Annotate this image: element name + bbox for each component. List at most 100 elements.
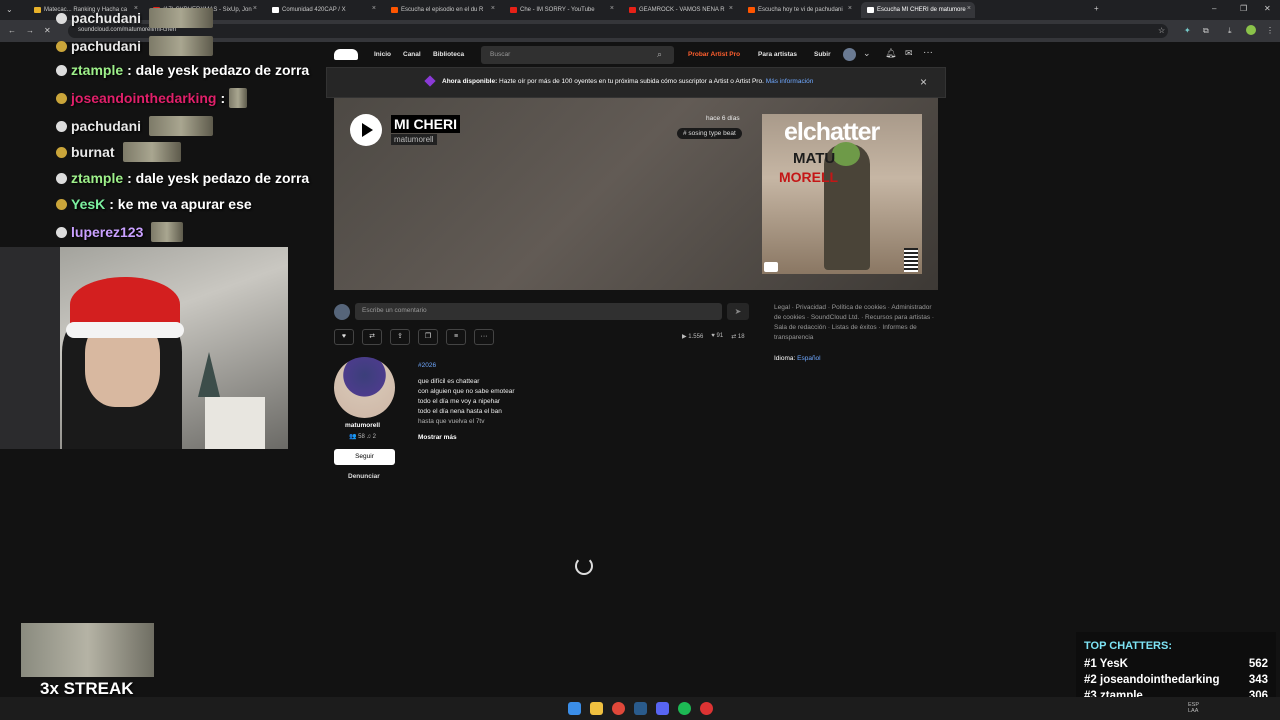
language-selector[interactable]: Idioma: Español	[774, 355, 821, 362]
report-link[interactable]: Denunciar	[348, 473, 380, 480]
loading-spinner-icon	[575, 557, 593, 575]
chat-badge-icon	[56, 12, 67, 24]
mail-icon[interactable]: ✉	[905, 48, 913, 59]
browser-tab[interactable]: Escucha el episodio en el du R ×	[385, 2, 499, 18]
bell-icon[interactable]: 🔔︎	[885, 48, 896, 59]
chat-badge-icon	[56, 40, 67, 52]
tab-close-icon[interactable]: ×	[967, 5, 971, 12]
like-count: ♥ 91	[711, 333, 724, 339]
legal-links[interactable]: Legal · Privacidad · Política de cookies…	[774, 303, 938, 343]
share-button[interactable]: ⇪	[390, 329, 410, 345]
artist-avatar[interactable]	[334, 357, 395, 418]
banner-close-button[interactable]: ×	[920, 75, 927, 89]
browser-tab[interactable]: GEAMROCK - VAMOS NENA R ×	[623, 2, 737, 18]
tab-label: Escucha hoy te vi de pachudani	[758, 7, 843, 13]
tab-close-icon[interactable]: ×	[253, 5, 257, 12]
obs-icon[interactable]	[700, 702, 713, 715]
artist-name[interactable]: matumorell	[345, 422, 380, 429]
new-tab-button[interactable]: +	[1094, 4, 1099, 13]
more-icon[interactable]: ···	[923, 47, 933, 58]
tab-close-icon[interactable]: ×	[372, 5, 376, 12]
nav-library[interactable]: Biblioteca	[433, 51, 464, 58]
play-button[interactable]	[350, 114, 382, 146]
show-more-link[interactable]: Mostrar más	[418, 434, 457, 441]
nav-feed[interactable]: Canal	[403, 51, 421, 58]
tab-label: Che - IM SORRY - YouTube	[520, 7, 595, 13]
browser-menu-icon[interactable]: ⋮	[1266, 26, 1274, 35]
chat-message: pachudani	[56, 36, 214, 56]
close-window-icon[interactable]: ✕	[1264, 4, 1271, 13]
tab-close-icon[interactable]: ×	[491, 5, 495, 12]
stop-loading-icon[interactable]: ✕	[44, 26, 51, 35]
start-icon[interactable]	[568, 702, 581, 715]
upload-link[interactable]: Subir	[814, 51, 831, 58]
copy-link-button[interactable]: ❐	[418, 329, 438, 345]
for-artists-link[interactable]: Para artistas	[758, 51, 797, 58]
discord-icon[interactable]	[656, 702, 669, 715]
search-placeholder: Buscar	[490, 51, 511, 58]
chat-badge-icon	[56, 92, 67, 104]
christmas-tree	[198, 352, 220, 397]
search-icon[interactable]: ⌕	[657, 49, 662, 60]
tab-close-icon[interactable]: ×	[729, 5, 733, 12]
chat-badge-icon	[56, 146, 67, 158]
browser-tab[interactable]: Escucha hoy te vi de pachudani ×	[742, 2, 856, 18]
chat-message: ztample: dale yesk pedazo de zorra	[56, 62, 309, 78]
browser-tab[interactable]: Escucha MI CHERI de matumore ×	[861, 2, 975, 18]
system-tray[interactable]: ESP LAA	[1188, 702, 1199, 714]
track-description: que difícil es chattear con alguien que …	[418, 378, 515, 425]
comment-placeholder: Escribe un comentario	[362, 307, 427, 314]
steam-icon[interactable]	[634, 702, 647, 715]
top-chatter-count: 343	[1248, 674, 1268, 686]
download-icon[interactable]: ⤓	[1228, 26, 1232, 36]
screen: { "browser": { "tabs": [ {"label": "Mate…	[0, 0, 1280, 720]
top-chatter-name: joseandointhedarking	[1100, 674, 1220, 686]
description-hashtag[interactable]: #2026	[418, 362, 436, 369]
repost-button[interactable]: ⇄	[362, 329, 382, 345]
try-artist-pro-link[interactable]: Probar Artist Pro	[688, 51, 740, 58]
tab-close-icon[interactable]: ×	[610, 5, 614, 12]
browser-tab[interactable]: Comunidad 420CAP / X ×	[266, 2, 380, 18]
barcode	[904, 248, 918, 272]
webcam-feed	[0, 247, 288, 449]
address-bar[interactable]	[68, 24, 1168, 38]
nav-home[interactable]: Inicio	[374, 51, 391, 58]
tab-close-icon[interactable]: ×	[848, 5, 852, 12]
browser-tab[interactable]: Che - IM SORRY - YouTube ×	[504, 2, 618, 18]
banner-text: Ahora disponible: Hazte oír por más de 1…	[442, 78, 814, 85]
soundcloud-logo-icon[interactable]	[334, 49, 358, 60]
chevron-down-icon[interactable]: ⌄	[863, 48, 871, 59]
forward-icon[interactable]: →	[26, 26, 34, 35]
chat-emote	[122, 142, 181, 162]
tab-search-icon[interactable]: ⌄	[6, 5, 13, 14]
chrome-icon[interactable]	[612, 702, 625, 715]
chat-username: ztample	[71, 170, 124, 186]
banner-more-info-link[interactable]: Más información	[766, 78, 814, 85]
bookmark-star-icon[interactable]: ☆	[1158, 26, 1165, 35]
user-avatar[interactable]	[843, 48, 856, 61]
genre-tag[interactable]: # sosing type beat	[677, 128, 742, 139]
minimize-icon[interactable]: –	[1212, 4, 1216, 13]
tab-favicon-icon	[867, 7, 874, 13]
back-icon[interactable]: ←	[8, 26, 16, 35]
file-explorer-icon[interactable]	[590, 702, 603, 715]
extensions-puzzle-icon[interactable]: ⧉	[1203, 26, 1209, 36]
repost-count: ⇄ 18	[731, 334, 745, 340]
add-to-playlist-button[interactable]: ≡	[446, 329, 466, 345]
restore-icon[interactable]: ❐	[1240, 4, 1247, 13]
send-comment-button[interactable]: ➤	[727, 303, 749, 320]
more-actions-button[interactable]: ···	[474, 329, 494, 345]
like-button[interactable]: ♥	[334, 329, 354, 345]
follow-button[interactable]: Seguir	[334, 449, 395, 465]
extension-icon[interactable]: ✦	[1184, 26, 1191, 35]
track-artist-link[interactable]: matumorell	[391, 134, 437, 145]
profile-avatar[interactable]	[1246, 25, 1256, 35]
spotify-icon[interactable]	[678, 702, 691, 715]
chat-badge-icon	[56, 198, 67, 210]
artist-stats: 👥 58 ♫ 2	[349, 434, 376, 440]
chat-badge-icon	[56, 120, 67, 132]
track-title: MI CHERI	[391, 115, 460, 133]
chat-message: pachudani	[56, 8, 214, 28]
top-chatter-row: #1 YesK 562	[1084, 658, 1268, 670]
webcam-desk	[205, 397, 265, 449]
